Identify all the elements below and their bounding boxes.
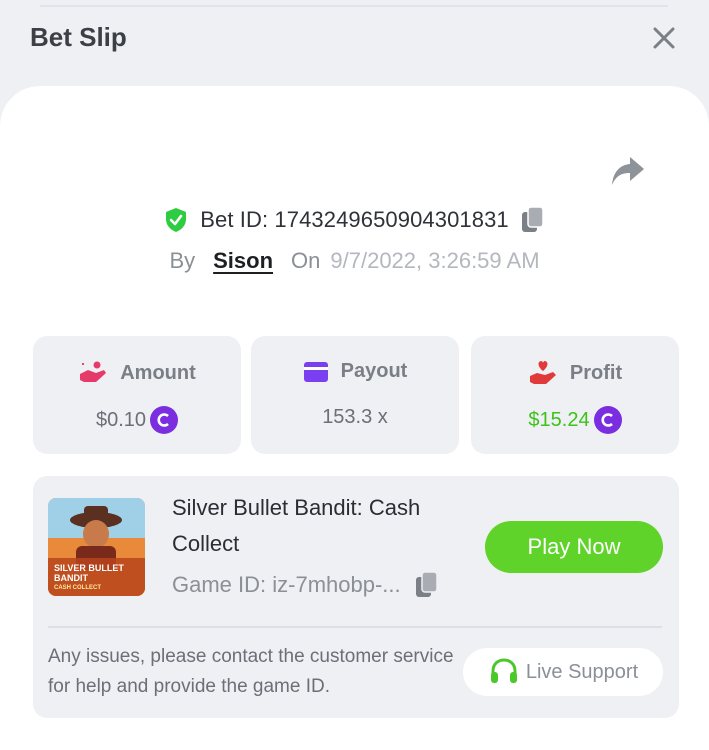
payout-label: Payout — [340, 360, 408, 382]
game-divider — [48, 626, 662, 628]
profit-label: Profit — [569, 361, 623, 384]
payout-value-row: 153.3 x — [251, 406, 459, 429]
amount-value: $0.10 — [95, 408, 147, 431]
card-icon — [303, 361, 328, 382]
hand-coins-icon — [80, 361, 107, 382]
headset-icon — [490, 658, 517, 683]
date-group: On 9/7/2022, 3:26:59 AM — [291, 248, 540, 274]
shield-check-icon — [164, 207, 188, 233]
close-icon — [653, 27, 675, 49]
profit-card: Profit $15.24 — [471, 336, 679, 454]
share-arrow-icon — [612, 157, 644, 185]
thumb-title-line1: SILVER BULLET — [54, 563, 124, 573]
page-title: Bet Slip — [30, 22, 127, 52]
payout-header: Payout — [251, 360, 459, 383]
bet-id: Bet ID: 1743249650904301831 — [200, 207, 509, 232]
amount-header: Amount — [33, 360, 241, 386]
amount-label: Amount — [120, 361, 196, 384]
live-support-label: Live Support — [525, 660, 639, 683]
profit-header: Profit — [471, 360, 679, 386]
copy-bet-id-button[interactable] — [521, 206, 545, 234]
bet-date: 9/7/2022, 3:26:59 AM — [330, 248, 540, 273]
on-label: On — [291, 248, 321, 273]
live-support-button[interactable]: Live Support — [463, 648, 663, 696]
play-now-button[interactable]: Play Now — [485, 521, 663, 573]
amount-card: Amount $0.10 — [33, 336, 241, 454]
amount-value-row: $0.10 — [33, 406, 241, 434]
bet-meta-row: By Sison On 9/7/2022, 3:26:59 AM — [0, 244, 709, 278]
coin-icon — [593, 406, 622, 434]
bet-id-row: Bet ID: 1743249650904301831 — [0, 200, 709, 240]
game-title: Silver Bullet Bandit: Cash Collect — [172, 495, 421, 556]
thumb-title-line3: CASH COLLECT — [54, 585, 101, 591]
thumb-title-line2: BANDIT — [54, 573, 88, 583]
game-thumbnail[interactable]: SILVER BULLET BANDIT CASH COLLECT — [48, 498, 145, 596]
support-notice: Any issues, please contact the customer … — [48, 646, 454, 697]
game-id-row: Game ID: iz-7mhobp-... — [172, 568, 439, 602]
bet-slip-page: Bet Slip Bet ID: 1743249650904301831 By … — [0, 0, 709, 750]
payout-value: 153.3 x — [322, 406, 388, 428]
copy-icon — [521, 206, 544, 232]
payout-card: Payout 153.3 x — [251, 336, 459, 454]
username-link[interactable]: Sison — [213, 248, 273, 274]
copy-icon — [415, 571, 438, 597]
close-button[interactable] — [648, 22, 680, 54]
game-card: SILVER BULLET BANDIT CASH COLLECT Silver… — [33, 476, 679, 718]
profit-value: $15.24 — [528, 408, 590, 431]
profit-value-row: $15.24 — [471, 406, 679, 434]
share-button[interactable] — [609, 152, 647, 190]
hand-heart-icon — [529, 361, 556, 384]
by-label: By — [169, 248, 196, 273]
coin-icon — [150, 406, 179, 434]
top-divider — [40, 5, 668, 7]
game-id: Game ID: iz-7mhobp-... — [172, 572, 401, 597]
copy-game-id-button[interactable] — [415, 571, 439, 599]
